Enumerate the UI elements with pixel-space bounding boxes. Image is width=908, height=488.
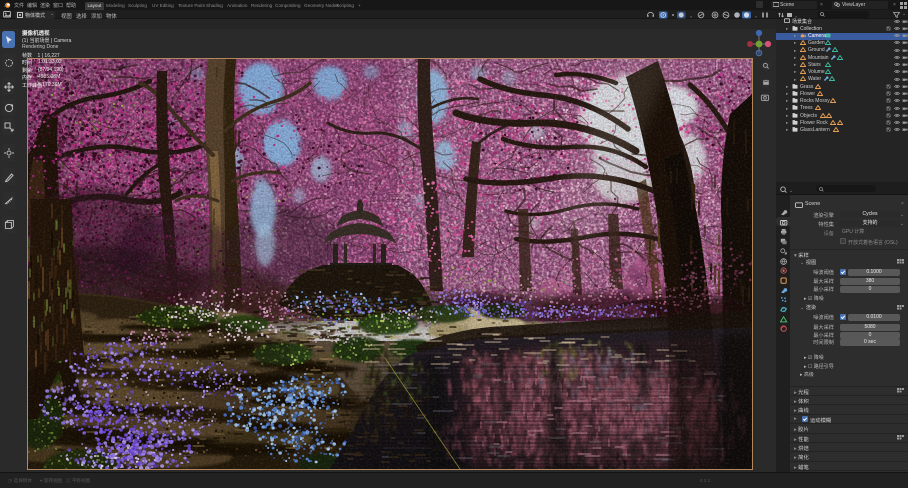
svg-text:⌄: ⌄ (789, 188, 793, 193)
svg-text:⌄: ⌄ (794, 13, 798, 18)
